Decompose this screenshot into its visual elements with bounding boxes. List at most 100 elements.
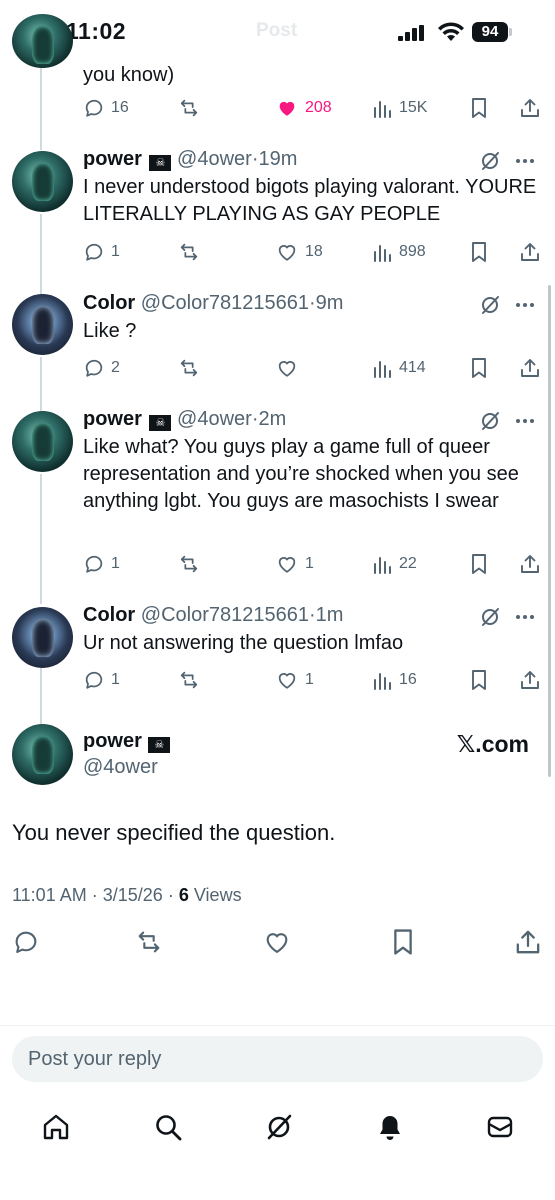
like-button[interactable]	[275, 356, 299, 380]
bookmark-button[interactable]	[469, 240, 489, 264]
post-time: 19m	[258, 148, 298, 170]
views-count: 414	[399, 359, 426, 376]
display-name[interactable]: power	[83, 730, 142, 752]
bookmark-button[interactable]	[469, 356, 489, 380]
views-button[interactable]: 414	[373, 356, 426, 380]
more-icon[interactable]	[515, 418, 535, 424]
scrollbar[interactable]	[548, 285, 551, 777]
views-count: 6	[178, 885, 189, 905]
user-handle[interactable]: @Color781215661	[141, 604, 309, 626]
share-button[interactable]	[514, 928, 542, 956]
search-icon[interactable]	[153, 1112, 183, 1142]
main-post-header[interactable]: power ☠ @4ower	[83, 730, 171, 779]
reply-count: 1	[111, 243, 120, 260]
avatar[interactable]	[12, 294, 73, 355]
avatar[interactable]	[12, 607, 73, 668]
separator: ·	[91, 885, 98, 905]
bookmark-button[interactable]	[390, 928, 416, 956]
like-button[interactable]	[262, 928, 292, 956]
messages-icon[interactable]	[485, 1112, 515, 1142]
post-header: Color @Color781215661·1m	[83, 604, 539, 630]
repost-icon	[180, 555, 198, 573]
more-icon[interactable]	[515, 158, 535, 164]
share-button[interactable]	[519, 96, 541, 120]
reply-count: 1	[111, 555, 120, 572]
repost-button[interactable]	[134, 928, 164, 956]
reply-post[interactable]: power ☠ @4ower·2m Like what? You guys pl…	[83, 408, 539, 515]
like-count: 1	[305, 671, 314, 688]
user-handle[interactable]: @4ower	[177, 408, 252, 430]
grok-icon[interactable]	[479, 150, 501, 172]
reply-count: 16	[111, 99, 129, 116]
views-button[interactable]: 16	[373, 668, 417, 692]
reply-button[interactable]: 1	[83, 668, 120, 692]
display-name[interactable]: Color	[83, 292, 135, 314]
avatar[interactable]	[12, 14, 73, 68]
bookmark-button[interactable]	[469, 552, 489, 576]
bookmark-icon	[472, 670, 486, 690]
home-icon[interactable]	[41, 1112, 71, 1142]
repost-icon	[180, 671, 198, 689]
more-icon[interactable]	[515, 614, 535, 620]
thread-line	[40, 214, 42, 296]
post-fragment[interactable]: you know)	[83, 62, 539, 89]
views-button[interactable]: 15K	[373, 96, 427, 120]
share-button[interactable]	[519, 356, 541, 380]
reply-post[interactable]: Color @Color781215661·9m Like ?	[83, 292, 539, 345]
repost-button[interactable]	[177, 668, 201, 692]
grok-icon[interactable]	[264, 1112, 294, 1142]
like-icon	[279, 101, 295, 116]
status-bar: 11:02 Post 94	[0, 0, 555, 64]
post-text: Ur not answering the question lmfao	[83, 632, 404, 654]
reply-icon	[85, 243, 103, 261]
reply-button[interactable]: 2	[83, 356, 120, 380]
separator: ·	[167, 885, 174, 905]
display-name[interactable]: power	[83, 408, 142, 430]
like-count: 18	[305, 243, 323, 260]
share-button[interactable]	[519, 668, 541, 692]
bookmark-icon	[472, 358, 486, 378]
reply-icon	[85, 359, 103, 377]
like-button[interactable]: 1	[275, 552, 314, 576]
views-button[interactable]: 898	[373, 240, 426, 264]
grok-icon[interactable]	[479, 294, 501, 316]
notifications-icon[interactable]	[375, 1112, 405, 1142]
user-handle[interactable]: @4ower	[177, 148, 252, 170]
repost-button[interactable]	[177, 240, 201, 264]
repost-button[interactable]	[177, 96, 201, 120]
reply-button[interactable]	[12, 928, 40, 956]
display-name[interactable]: power	[83, 148, 142, 170]
reply-input[interactable]: Post your reply	[12, 1036, 543, 1082]
bookmark-button[interactable]	[469, 668, 489, 692]
like-button[interactable]: 1	[275, 668, 314, 692]
reply-post[interactable]: power ☠ @4ower·19m I never understood bi…	[83, 148, 539, 228]
reply-button[interactable]: 16	[83, 96, 129, 120]
views-count: 22	[399, 555, 417, 572]
views-button[interactable]: 22	[373, 552, 417, 576]
user-handle[interactable]: @Color781215661	[141, 292, 309, 314]
repost-button[interactable]	[177, 552, 201, 576]
share-button[interactable]	[519, 240, 541, 264]
repost-icon	[180, 359, 198, 377]
post-date: 3/15/26	[102, 885, 163, 905]
like-icon	[278, 557, 296, 573]
grok-icon[interactable]	[479, 606, 501, 628]
display-name[interactable]: Color	[83, 604, 135, 626]
share-icon	[521, 243, 539, 261]
avatar[interactable]	[12, 724, 73, 785]
reply-button[interactable]: 1	[83, 552, 120, 576]
like-button[interactable]: 208	[275, 96, 332, 120]
reply-post[interactable]: Color @Color781215661·1m Ur not answerin…	[83, 604, 539, 657]
repost-button[interactable]	[177, 356, 201, 380]
more-icon[interactable]	[515, 302, 535, 308]
post-header: power ☠ @4ower·19m	[83, 148, 539, 174]
grok-icon[interactable]	[479, 410, 501, 432]
post-text: I never understood bigots playing valora…	[83, 176, 537, 225]
bookmark-button[interactable]	[469, 96, 489, 120]
avatar[interactable]	[12, 151, 73, 212]
reply-button[interactable]: 1	[83, 240, 120, 264]
avatar[interactable]	[12, 411, 73, 472]
user-handle[interactable]: @4ower	[83, 756, 170, 779]
share-button[interactable]	[519, 552, 541, 576]
like-button[interactable]: 18	[275, 240, 323, 264]
